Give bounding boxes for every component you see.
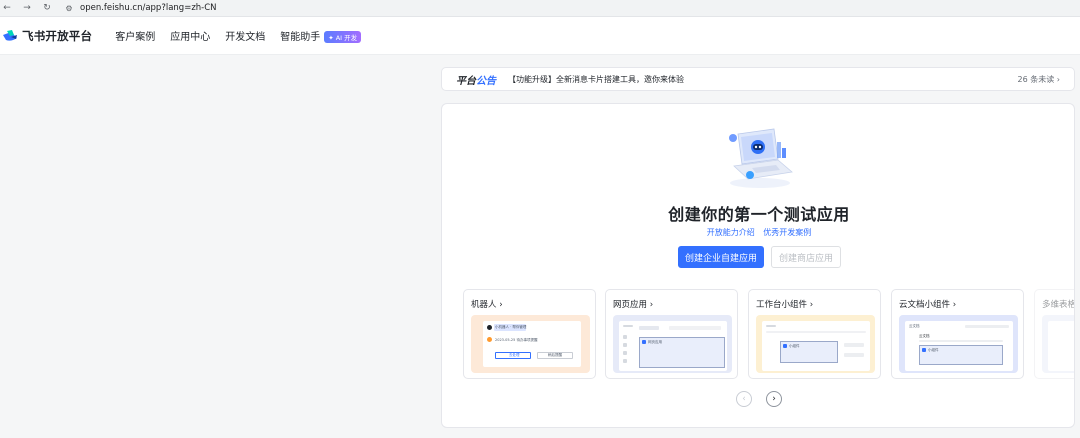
announcement-text[interactable]: 【功能升级】全新消息卡片搭建工具，邀你来体验 — [508, 74, 684, 85]
doc-preview-subtitle: 云文档 — [919, 334, 930, 338]
main-nav: 客户案例 应用中心 开发文档 智能助手 ✦ AI 开发 — [115, 28, 376, 43]
template-card-title: 多维表格… — [1042, 300, 1074, 310]
create-store-app-button[interactable]: 创建商店应用 — [771, 246, 841, 268]
nav-customer-cases[interactable]: 客户案例 — [115, 28, 155, 43]
logo[interactable]: 飞书开放平台 — [2, 28, 92, 44]
template-card-title: 工作台小组件 › — [756, 300, 814, 310]
bot-preview-date: 2023-05-25 待办事项提醒 — [495, 338, 538, 342]
ai-badge: ✦ AI 开发 — [324, 31, 362, 43]
doc-preview-tab: 小组件 — [928, 348, 939, 352]
announcement-bar[interactable]: 平台公告 【功能升级】全新消息卡片搭建工具，邀你来体验 26 条未读 › — [441, 67, 1075, 91]
reload-icon[interactable]: ↻ — [40, 1, 54, 15]
hero-title: 创建你的第一个测试应用 — [668, 205, 850, 224]
carousel-prev-button[interactable]: ‹ — [736, 391, 752, 407]
create-app-card: 创建你的第一个测试应用 开放能力介绍 优秀开发案例 创建企业自建应用 创建商店应… — [441, 103, 1075, 428]
nav-app-center[interactable]: 应用中心 — [170, 28, 210, 43]
template-card-doc-widget[interactable]: 云文档小组件 › 云文档 云文档 小组件 — [891, 289, 1024, 379]
workplace-widget-preview: 小组件 — [756, 315, 875, 373]
web-preview-tab: 网页应用 — [648, 340, 662, 344]
back-icon[interactable]: ← — [0, 1, 14, 15]
create-custom-app-button[interactable]: 创建企业自建应用 — [678, 246, 764, 268]
widget-preview-tab: 小组件 — [789, 344, 800, 348]
carousel-next-button[interactable]: › — [766, 391, 782, 407]
feishu-logo-icon — [3, 29, 17, 41]
url-text: open.feishu.cn/app?lang=zh-CN — [80, 3, 217, 13]
open-capabilities-link[interactable]: 开放能力介绍 — [707, 228, 755, 237]
template-card-bitable[interactable]: 多维表格… — [1034, 289, 1074, 379]
bot-preview-btn1: 去处理 — [509, 353, 520, 357]
bot-preview: 小机器人 · 帮你管理 2023-05-25 待办事项提醒 去处理 稍后提醒 — [471, 315, 590, 373]
nav-smart-assistant-label: 智能助手 — [280, 32, 321, 43]
announcement-title-part1: 平台 — [456, 75, 476, 87]
web-app-preview: 网页应用 — [613, 315, 732, 373]
doc-preview-header: 云文档 — [909, 324, 920, 328]
doc-widget-preview: 云文档 云文档 小组件 — [899, 315, 1018, 373]
forward-icon[interactable]: → — [20, 1, 34, 15]
site-header: 飞书开放平台 客户案例 应用中心 开发文档 智能助手 ✦ AI 开发 — [0, 17, 1080, 55]
hero-links: 开放能力介绍 优秀开发案例 — [442, 227, 1074, 238]
unread-count-link[interactable]: 26 条未读 › — [1018, 74, 1060, 85]
template-card-title: 网页应用 › — [613, 300, 654, 310]
template-card-title: 机器人 › — [471, 300, 503, 310]
logo-text: 飞书开放平台 — [22, 28, 93, 43]
site-settings-icon[interactable]: ⚙ — [64, 3, 74, 13]
robot-laptop-illustration — [729, 128, 793, 188]
template-card-workplace-widget[interactable]: 工作台小组件 › 小组件 — [748, 289, 881, 379]
address-bar[interactable]: ⚙ open.feishu.cn/app?lang=zh-CN — [64, 1, 217, 15]
nav-dev-docs[interactable]: 开发文档 — [225, 28, 265, 43]
template-card-bot[interactable]: 机器人 › 小机器人 · 帮你管理 2023-05-25 待办事项提醒 去处理 … — [463, 289, 596, 379]
dev-cases-link[interactable]: 优秀开发案例 — [763, 228, 811, 237]
nav-smart-assistant[interactable]: 智能助手 ✦ AI 开发 — [280, 28, 362, 43]
announcement-title: 平台公告 — [456, 72, 496, 87]
bitable-preview — [1042, 315, 1074, 373]
bot-preview-btn2: 稍后提醒 — [548, 353, 562, 357]
announcement-title-part2: 公告 — [476, 75, 496, 87]
template-carousel: 机器人 › 小机器人 · 帮你管理 2023-05-25 待办事项提醒 去处理 … — [463, 289, 1074, 379]
browser-toolbar: ← → ↻ ⚙ open.feishu.cn/app?lang=zh-CN — [0, 0, 1080, 17]
bot-preview-title: 小机器人 · 帮你管理 — [495, 325, 527, 329]
template-card-web-app[interactable]: 网页应用 › 网页应用 — [605, 289, 738, 379]
template-card-title: 云文档小组件 › — [899, 300, 957, 310]
